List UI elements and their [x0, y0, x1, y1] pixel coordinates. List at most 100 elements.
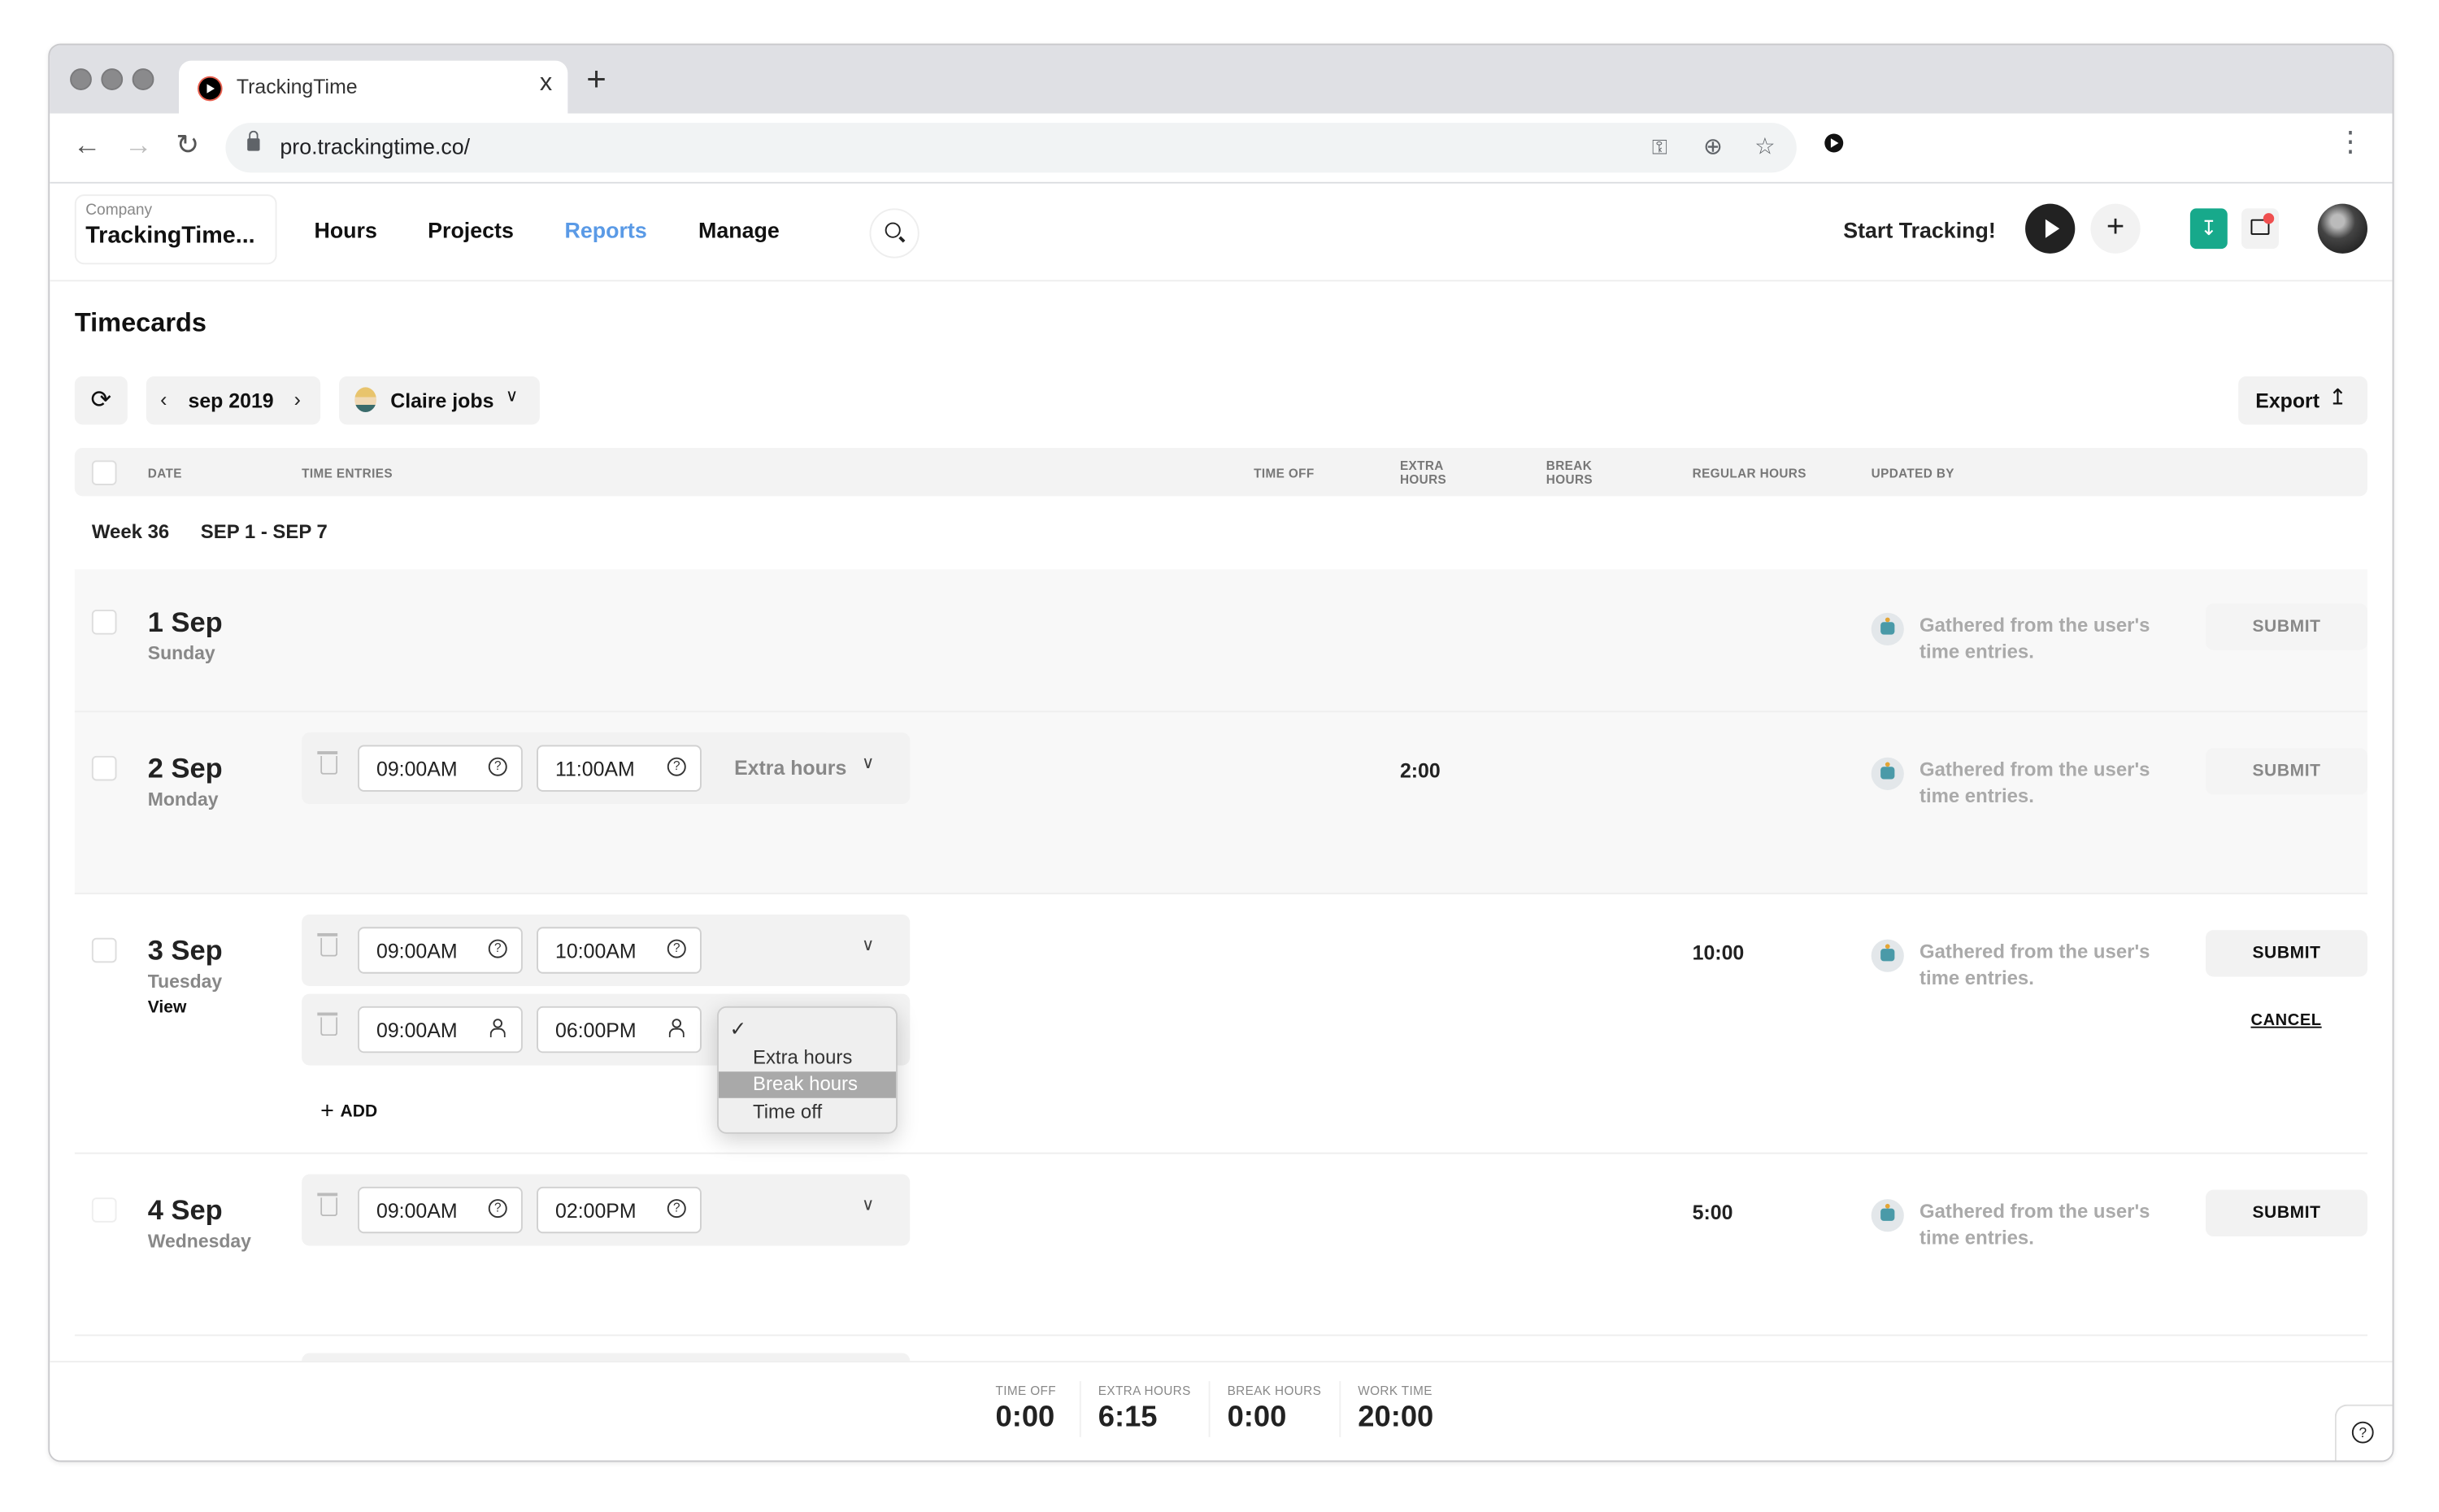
- cancel-link[interactable]: CANCEL: [2251, 1011, 2322, 1030]
- url-text[interactable]: pro.trackingtime.co/: [280, 134, 470, 159]
- add-icon[interactable]: +: [2090, 203, 2141, 254]
- end-time-input[interactable]: 10:00AM ?: [537, 927, 702, 974]
- day-number: 2 Sep: [147, 753, 223, 784]
- day-number: 4 Sep: [147, 1194, 223, 1226]
- add-circle-icon[interactable]: ⊕: [1703, 133, 1723, 161]
- add-entry-button[interactable]: + ADD: [320, 1097, 377, 1125]
- nav-reports[interactable]: Reports: [565, 218, 647, 243]
- nav-hours[interactable]: Hours: [314, 218, 376, 243]
- week-label: Week 36: [91, 520, 170, 543]
- end-time-input[interactable]: 02:00PM ?: [537, 1186, 702, 1234]
- day-name: Sunday: [147, 642, 215, 664]
- dropdown-option-extra-hours[interactable]: Extra hours: [719, 1045, 896, 1072]
- col-regular-hours: REGULAR HOURS: [1692, 466, 1806, 481]
- nav-projects[interactable]: Projects: [428, 218, 514, 243]
- export-button[interactable]: Export ↥: [2238, 376, 2367, 425]
- view-link[interactable]: View: [148, 998, 187, 1017]
- chat-icon[interactable]: [2241, 208, 2279, 250]
- extra-hours-value: 2:00: [1399, 758, 1441, 783]
- menu-dots-icon[interactable]: ⋮: [2337, 128, 2364, 155]
- start-time-input[interactable]: 09:00AM ?: [358, 745, 523, 792]
- browser-tab[interactable]: TrackingTime x: [179, 60, 568, 117]
- entry-type-select[interactable]: Extra hours: [734, 756, 846, 780]
- window-minimize-dot[interactable]: [101, 68, 124, 90]
- divider: [1339, 1380, 1341, 1437]
- tab-close-icon[interactable]: x: [540, 70, 552, 98]
- window-maximize-dot[interactable]: [132, 68, 154, 90]
- col-extra-hours: EXTRA HOURS: [1400, 458, 1446, 486]
- forward-icon[interactable]: →: [124, 129, 152, 162]
- summary-label: WORK TIME: [1358, 1384, 1433, 1399]
- divider: [1079, 1380, 1081, 1437]
- start-time-input[interactable]: 09:00AM: [358, 1006, 523, 1054]
- dropdown-option-break-hours[interactable]: Break hours: [718, 1071, 897, 1098]
- user-avatar-small: [354, 387, 377, 413]
- time-entry: 09:00AM ? 02:00PM ? ∨: [302, 1174, 911, 1246]
- start-time-value: 09:00AM: [376, 939, 458, 963]
- user-filter-dropdown[interactable]: Claire jobs ∨: [339, 376, 540, 425]
- export-label: Export: [2255, 389, 2320, 413]
- refresh-icon: ⟳: [90, 387, 112, 414]
- dropdown-option-none[interactable]: ✓: [719, 1011, 896, 1041]
- person-icon: [668, 1019, 685, 1038]
- trash-icon[interactable]: [317, 932, 338, 957]
- help-button[interactable]: ?: [2334, 1404, 2393, 1461]
- reload-icon[interactable]: ↻: [176, 129, 199, 162]
- tab-title: TrackingTime: [236, 74, 358, 98]
- day-name: Tuesday: [147, 970, 223, 993]
- app-header: Company TrackingTime... Hours Projects R…: [50, 183, 2393, 282]
- extension-icon[interactable]: [1824, 133, 1844, 153]
- trash-icon[interactable]: [317, 1012, 338, 1036]
- row-checkbox[interactable]: [91, 937, 117, 963]
- trash-icon[interactable]: [317, 1193, 338, 1217]
- key-icon[interactable]: ⚿: [1652, 135, 1667, 160]
- month-selector: ‹ sep 2019 ›: [146, 376, 321, 425]
- browser-toolbar: ← → ↻ pro.trackingtime.co/ ⚿ ⊕ ☆ ⋮: [50, 113, 2393, 184]
- chevron-down-icon[interactable]: ∨: [862, 935, 874, 955]
- row-checkbox[interactable]: [91, 1197, 117, 1223]
- play-icon[interactable]: [2025, 203, 2076, 254]
- start-tracking-label: Start Tracking!: [1843, 217, 1996, 243]
- next-month-icon[interactable]: ›: [294, 387, 301, 411]
- dropdown-option-time-off[interactable]: Time off: [719, 1100, 896, 1127]
- select-all-checkbox[interactable]: [91, 460, 117, 485]
- submit-button[interactable]: SUBMIT: [2206, 748, 2367, 795]
- chevron-down-icon[interactable]: ∨: [862, 753, 874, 773]
- nav-manage[interactable]: Manage: [698, 218, 780, 243]
- updated-by-note: Gathered from the user's time entries.: [1919, 758, 2150, 807]
- robot-icon: [1871, 757, 1904, 790]
- user-avatar[interactable]: [2317, 203, 2367, 254]
- table-row: 2 Sep Monday 09:00AM ? 11:00AM ? Extra h…: [74, 712, 2367, 895]
- submit-button[interactable]: SUBMIT: [2206, 1189, 2367, 1237]
- search-icon[interactable]: [869, 208, 920, 259]
- address-bar[interactable]: pro.trackingtime.co/ ⚿ ⊕ ☆: [225, 123, 1797, 173]
- prev-month-icon[interactable]: ‹: [160, 387, 167, 411]
- row-checkbox[interactable]: [91, 610, 117, 635]
- updated-by-note: Gathered from the user's time entries.: [1919, 1201, 2150, 1249]
- entry-type-dropdown-menu[interactable]: ✓ Extra hours Break hours Time off: [717, 1006, 898, 1134]
- download-icon[interactable]: ↧: [2189, 208, 2228, 250]
- star-icon[interactable]: ☆: [1754, 133, 1776, 161]
- back-icon[interactable]: ←: [73, 129, 101, 162]
- submit-button[interactable]: SUBMIT: [2206, 603, 2367, 650]
- row-checkbox[interactable]: [91, 755, 117, 781]
- trash-icon[interactable]: [317, 751, 338, 775]
- new-tab-icon[interactable]: +: [586, 62, 606, 97]
- table-row: 4 Sep Wednesday 09:00AM ? 02:00PM ? ∨ 5:…: [74, 1154, 2367, 1336]
- day-name: Monday: [147, 789, 219, 810]
- submit-button[interactable]: SUBMIT: [2206, 930, 2367, 977]
- end-time-value: 02:00PM: [555, 1199, 637, 1223]
- refresh-button[interactable]: ⟳: [74, 376, 128, 425]
- chevron-down-icon[interactable]: ∨: [862, 1194, 874, 1214]
- window-close-dot[interactable]: [70, 68, 92, 90]
- regular-hours-value: 5:00: [1692, 1201, 1733, 1224]
- start-time-input[interactable]: 09:00AM ?: [358, 1186, 523, 1234]
- plus-icon: +: [320, 1097, 334, 1125]
- end-time-input[interactable]: 11:00AM ?: [537, 745, 702, 792]
- company-selector[interactable]: Company TrackingTime...: [74, 194, 277, 265]
- summary-label: TIME OFF: [995, 1384, 1056, 1399]
- updated-by-note: Gathered from the user's time entries.: [1919, 614, 2150, 663]
- start-time-input[interactable]: 09:00AM ?: [358, 927, 523, 974]
- end-time-input[interactable]: 06:00PM: [537, 1006, 702, 1054]
- start-time-value: 09:00AM: [376, 757, 458, 781]
